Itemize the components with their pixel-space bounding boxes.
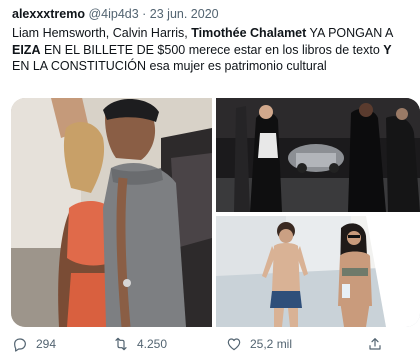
tweet-text-part: EN EL BILLETE DE $500 merece estar en lo… <box>40 42 384 57</box>
author-name[interactable]: alexxxtremo <box>12 7 85 21</box>
tweet-text: Liam Hemsworth, Calvin Harris, Timothée … <box>12 25 412 75</box>
reply-button[interactable]: 294 <box>12 336 56 352</box>
retweet-arrows-icon <box>115 337 127 351</box>
tweet-date[interactable]: 23 jun. 2020 <box>150 7 219 21</box>
photo-beach[interactable] <box>216 216 420 327</box>
reply-count: 294 <box>36 337 57 351</box>
tweet-text-part: EN LA CONSTITUCIÓN esa mujer es patrimon… <box>12 59 327 73</box>
share-button[interactable] <box>367 336 383 352</box>
tweet-actions: 294 4.250 25,2 mil <box>0 334 420 356</box>
media-grid <box>11 98 420 327</box>
tweet-text-part: Liam Hemsworth, Calvin Harris, <box>12 26 192 40</box>
header-separator: · <box>138 7 150 21</box>
retweet-button[interactable]: 4.250 <box>113 336 167 352</box>
tweet-header: alexxxtremo @4ip4d3 · 23 jun. 2020 <box>12 6 219 22</box>
tweet-text-bold: EIZA <box>12 42 41 57</box>
photo-night-street[interactable] <box>216 98 420 212</box>
speech-bubble-icon <box>14 338 26 352</box>
heart-icon <box>227 338 241 351</box>
tweet-text-bold: Y <box>383 42 392 57</box>
tweet-card[interactable]: alexxxtremo @4ip4d3 · 23 jun. 2020 Liam … <box>0 0 420 357</box>
photo-couple-kissing[interactable] <box>11 98 212 327</box>
tweet-text-bold: Timothée Chalamet <box>191 26 307 40</box>
like-count: 25,2 mil <box>250 337 293 351</box>
author-handle[interactable]: @4ip4d3 <box>88 7 138 21</box>
retweet-count: 4.250 <box>137 337 168 351</box>
like-button[interactable]: 25,2 mil <box>226 336 292 352</box>
tweet-text-part: YA PONGAN A <box>306 26 393 40</box>
share-upload-icon <box>369 338 381 350</box>
